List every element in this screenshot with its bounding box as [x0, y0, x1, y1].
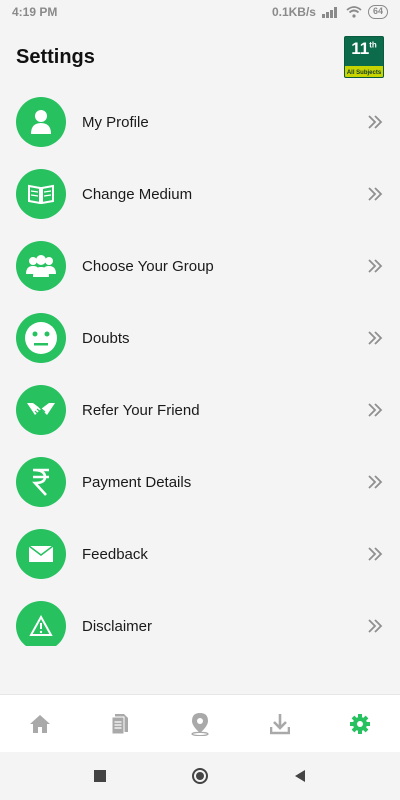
rupee-icon — [16, 457, 66, 507]
item-label: Payment Details — [82, 473, 192, 491]
status-time: 4:19 PM — [12, 5, 58, 19]
settings-item-doubts[interactable]: Doubts — [0, 302, 400, 374]
chevron-right-icon — [368, 115, 383, 129]
battery-icon: 64 — [367, 5, 388, 19]
logo-grade: 11th — [351, 39, 377, 58]
settings-item-my-profile[interactable]: My Profile — [0, 86, 400, 158]
settings-item-refer-friend[interactable]: Refer Your Friend — [0, 374, 400, 446]
nav-download-button[interactable] — [250, 702, 310, 746]
status-icons: 0.1KB/s 64 — [272, 5, 388, 19]
settings-item-payment-details[interactable]: Payment Details — [0, 446, 400, 518]
item-label: Disclaimer — [82, 617, 153, 635]
item-label: Choose Your Group — [82, 257, 214, 275]
document-icon — [111, 713, 128, 734]
system-nav — [0, 752, 400, 800]
recents-button[interactable] — [83, 759, 117, 793]
settings-item-disclaimer[interactable]: Disclaimer — [0, 590, 400, 646]
back-button[interactable] — [283, 759, 317, 793]
nav-home-button[interactable] — [10, 702, 70, 746]
page-title: Settings — [16, 45, 95, 68]
book-icon — [16, 169, 66, 219]
chevron-right-icon — [368, 547, 383, 561]
group-icon — [16, 241, 66, 291]
triangle-back-icon — [295, 770, 305, 782]
bottom-nav — [0, 694, 400, 752]
settings-item-choose-group[interactable]: Choose Your Group — [0, 230, 400, 302]
network-speed: 0.1KB/s — [271, 5, 316, 19]
user-icon — [16, 97, 66, 147]
square-icon — [94, 770, 106, 782]
item-label: Doubts — [82, 329, 130, 347]
item-label: Refer Your Friend — [82, 401, 200, 419]
settings-icon — [350, 713, 370, 734]
signal-icon — [321, 7, 337, 18]
home-system-button[interactable] — [183, 759, 217, 793]
header: Settings 11th All Subjects — [0, 24, 400, 90]
download-icon — [270, 713, 290, 734]
chevron-right-icon — [368, 187, 383, 201]
circle-icon — [192, 768, 208, 784]
item-label: Change Medium — [82, 185, 193, 203]
home-icon — [30, 714, 50, 733]
handshake-icon — [16, 385, 66, 435]
chevron-right-icon — [368, 619, 383, 633]
chevron-right-icon — [368, 331, 383, 345]
chevron-right-icon — [368, 475, 383, 489]
settings-list: My Profile Change Medium Choose Your Gro… — [0, 86, 400, 646]
warning-icon — [16, 601, 66, 646]
settings-item-feedback[interactable]: Feedback — [0, 518, 400, 590]
nav-settings-button[interactable] — [330, 702, 390, 746]
nav-location-button[interactable] — [170, 702, 230, 746]
location-icon — [191, 712, 209, 736]
envelope-icon — [16, 529, 66, 579]
settings-item-change-medium[interactable]: Change Medium — [0, 158, 400, 230]
chevron-right-icon — [368, 403, 383, 417]
face-icon — [16, 313, 66, 363]
nav-documents-button[interactable] — [90, 702, 150, 746]
status-bar: 4:19 PM 0.1KB/s 64 — [0, 0, 400, 24]
logo-subtitle: All Subjects — [346, 70, 382, 76]
item-label: My Profile — [82, 113, 149, 131]
item-label: Feedback — [82, 545, 148, 563]
chevron-right-icon — [368, 259, 383, 273]
app-logo: 11th All Subjects — [344, 36, 384, 78]
wifi-icon — [346, 6, 362, 18]
